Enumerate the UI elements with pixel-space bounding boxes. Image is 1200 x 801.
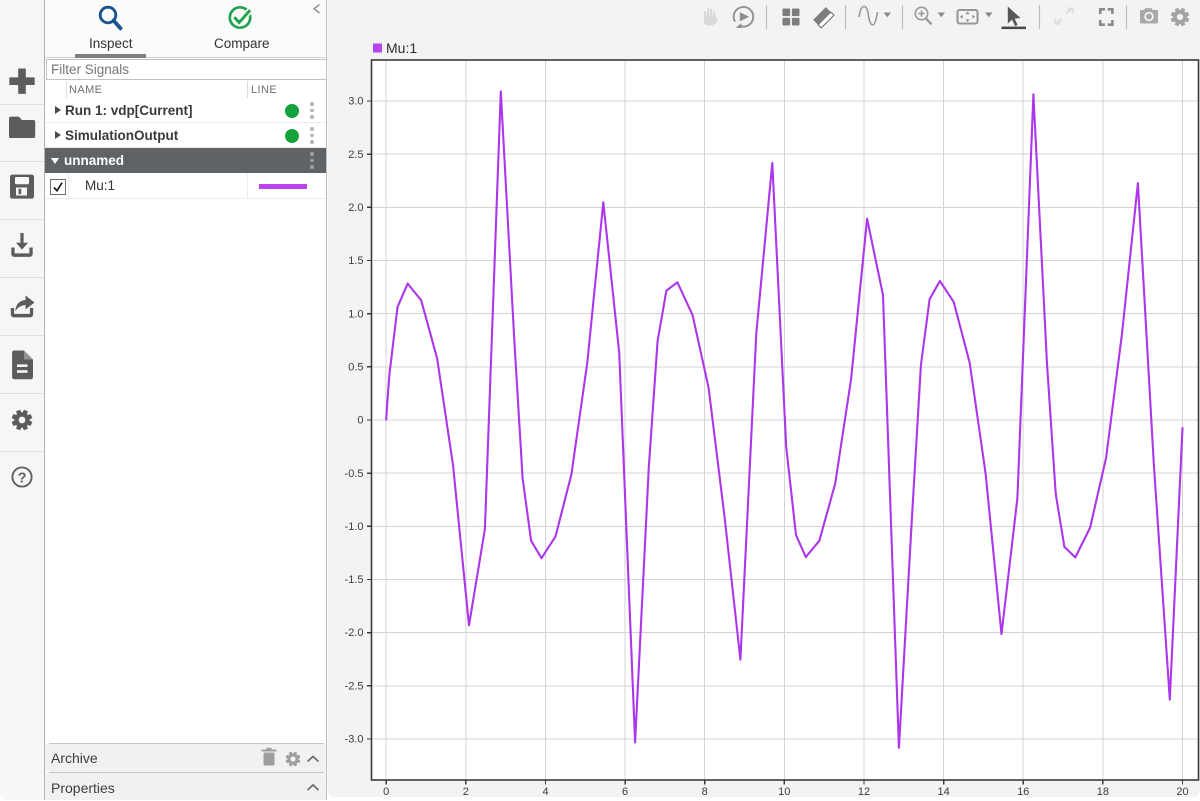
svg-text:14: 14 (937, 786, 949, 798)
svg-text:6: 6 (622, 786, 628, 798)
svg-text:2.5: 2.5 (348, 149, 363, 161)
svg-text:-1.0: -1.0 (345, 521, 364, 533)
svg-text:0.5: 0.5 (348, 361, 363, 373)
svg-text:0: 0 (357, 415, 363, 427)
svg-text:-3.0: -3.0 (345, 734, 364, 746)
svg-text:12: 12 (858, 786, 870, 798)
svg-text:?: ? (18, 471, 27, 487)
svg-text:-1.5: -1.5 (345, 574, 364, 586)
svg-text:-2.0: -2.0 (345, 627, 364, 639)
svg-text:18: 18 (1097, 786, 1109, 798)
svg-text:20: 20 (1176, 786, 1188, 798)
svg-text:Mu:1: Mu:1 (386, 40, 417, 56)
svg-text:10: 10 (778, 786, 790, 798)
svg-text:4: 4 (542, 786, 548, 798)
svg-text:1.0: 1.0 (348, 308, 363, 320)
svg-text:-2.5: -2.5 (345, 680, 364, 692)
svg-text:0: 0 (383, 786, 389, 798)
svg-text:3.0: 3.0 (348, 96, 363, 108)
svg-text:16: 16 (1017, 786, 1029, 798)
svg-text:2.0: 2.0 (348, 202, 363, 214)
svg-text:-0.5: -0.5 (345, 468, 364, 480)
svg-text:8: 8 (702, 786, 708, 798)
svg-text:2: 2 (463, 786, 469, 798)
svg-text:1.5: 1.5 (348, 255, 363, 267)
